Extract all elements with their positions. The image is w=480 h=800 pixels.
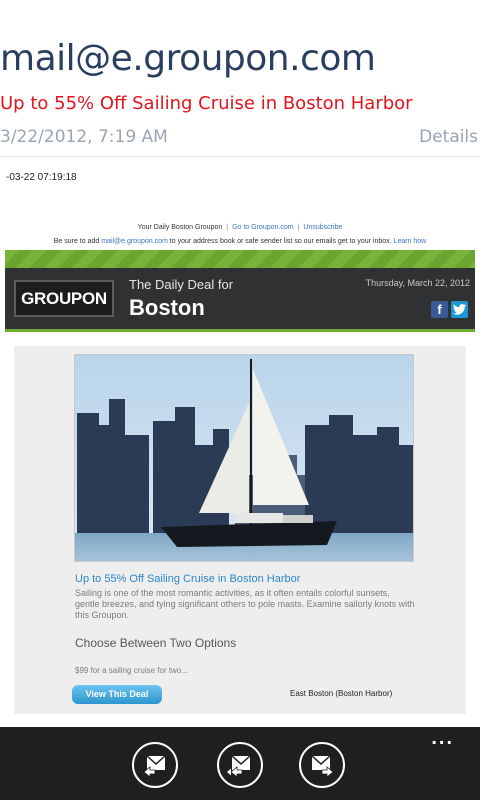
goto-groupon-link[interactable]: Go to Groupon.com	[232, 224, 293, 231]
deal-option[interactable]: $99 for a sailing cruise for two...	[75, 666, 188, 675]
address-book-notice: Be sure to add mail@e.groupon.com to you…	[53, 238, 427, 245]
city-name: Boston	[129, 295, 205, 320]
green-banner-strip	[5, 250, 475, 270]
deal-photo[interactable]	[74, 354, 414, 562]
more-menu-button[interactable]: ...	[431, 727, 454, 750]
deal-card: Up to 55% Off Sailing Cruise in Boston H…	[14, 346, 466, 714]
forward-icon	[311, 755, 334, 778]
twitter-icon[interactable]	[451, 301, 468, 318]
reply-all-button[interactable]	[217, 742, 263, 788]
view-deal-button[interactable]: View This Deal	[72, 685, 162, 704]
learn-how-link[interactable]: Learn how	[394, 238, 427, 245]
reply-icon	[143, 755, 166, 778]
deal-title-link[interactable]: Up to 55% Off Sailing Cruise in Boston H…	[75, 573, 300, 585]
reply-all-icon	[227, 755, 251, 778]
sender-address: mail@e.groupon.com	[0, 38, 376, 79]
deal-location: East Boston (Boston Harbor)	[290, 689, 393, 698]
email-subject: Up to 55% Off Sailing Cruise in Boston H…	[0, 93, 413, 114]
sender-email-link[interactable]: mail@e.groupon.com	[101, 238, 168, 245]
details-link[interactable]: Details	[419, 127, 478, 147]
email-date: 3/22/2012, 7:19 AM	[0, 127, 168, 147]
groupon-header: GROUPON The Daily Deal for Boston Thursd…	[5, 268, 475, 332]
groupon-logo[interactable]: GROUPON	[14, 280, 114, 317]
facebook-icon[interactable]: f	[431, 301, 448, 318]
reply-button[interactable]	[132, 742, 178, 788]
daily-deal-label: The Daily Deal for	[129, 277, 234, 292]
deal-description: Sailing is one of the most romantic acti…	[75, 588, 415, 620]
top-links: Your Daily Boston Groupon | Go to Groupon.…	[137, 224, 343, 231]
email-timestamp: -03-22 07:19:18	[6, 172, 77, 183]
forward-button[interactable]	[299, 742, 345, 788]
header-date: Thursday, March 22, 2012	[365, 278, 470, 288]
header-divider	[0, 156, 480, 157]
unsubscribe-link[interactable]: Unsubscribe	[303, 224, 342, 231]
app-bar: ...	[0, 727, 480, 800]
daily-groupon-text: Your Daily Boston Groupon	[137, 224, 223, 231]
options-heading: Choose Between Two Options	[75, 636, 237, 650]
